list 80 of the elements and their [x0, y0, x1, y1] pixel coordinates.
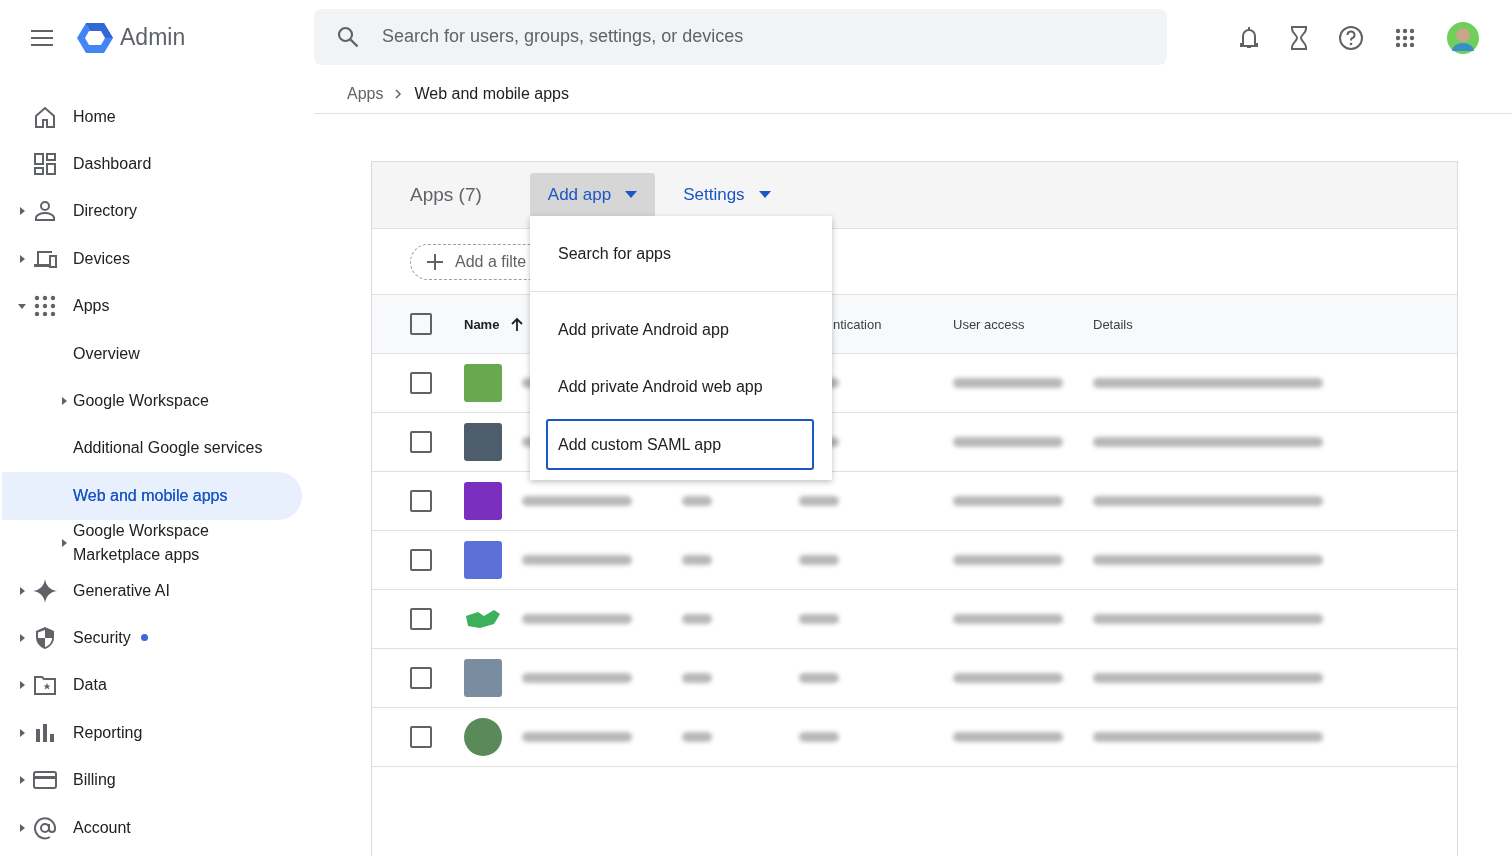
menu-icon[interactable] [31, 29, 53, 46]
row-checkbox[interactable] [410, 549, 432, 571]
expand-arrow-icon[interactable] [18, 728, 26, 737]
product-name: Admin [120, 24, 186, 51]
selected-sidebar-item[interactable]: Web and mobile apps [2, 472, 302, 520]
search-icon [337, 25, 359, 48]
sidebar-item[interactable]: Data [73, 676, 107, 695]
sparkle-icon [33, 578, 57, 603]
folder-icon [33, 673, 57, 698]
redacted-text [799, 614, 839, 624]
expand-arrow-icon[interactable] [18, 634, 26, 642]
expand-arrow-icon[interactable] [60, 539, 68, 548]
row-checkbox[interactable] [410, 726, 432, 748]
row-checkbox[interactable] [410, 431, 432, 453]
expand-arrow-icon[interactable] [18, 681, 26, 690]
sidebar-item[interactable]: Account [73, 818, 131, 837]
sidebar-item[interactable]: Devices [73, 249, 130, 268]
row-checkbox[interactable] [410, 490, 432, 512]
column-header[interactable]: Details [1093, 316, 1133, 332]
help-icon[interactable] [1339, 25, 1363, 50]
menu-item[interactable]: Add custom SAML app [546, 419, 814, 470]
redacted-text [799, 732, 839, 742]
column-header[interactable]: ntication [833, 316, 882, 332]
sidebar-item[interactable]: Security [73, 629, 131, 647]
avatar[interactable] [1447, 21, 1479, 54]
expand-arrow-icon[interactable] [18, 776, 26, 785]
expand-arrow-icon[interactable] [18, 823, 26, 832]
sidebar-item[interactable]: Overview [2, 329, 302, 378]
redacted-text [799, 555, 839, 565]
menu-item[interactable]: Add private Android web app [530, 358, 832, 415]
redacted-text [682, 673, 712, 683]
sidebar-item[interactable]: Generative AI [73, 581, 170, 600]
redacted-text [682, 555, 712, 565]
redacted-text [682, 614, 712, 624]
person-icon [33, 199, 57, 224]
select-all-checkbox[interactable] [410, 313, 432, 335]
chevron-right-icon [395, 89, 403, 99]
shield-icon [33, 626, 57, 650]
card-title: Apps (7) [410, 184, 482, 206]
expand-arrow-icon[interactable] [60, 397, 68, 406]
row-checkbox[interactable] [410, 608, 432, 630]
logo-icon [77, 21, 113, 54]
sidebar-item[interactable]: Apps [73, 297, 110, 316]
dropdown-button[interactable]: Settings [665, 173, 789, 216]
menu-item[interactable]: Search for apps [530, 216, 832, 291]
row-checkbox[interactable] [410, 372, 432, 394]
sidebar-item[interactable]: Dashboard [73, 155, 152, 174]
sidebar-item[interactable]: Google Workspace [2, 377, 302, 425]
sidebar-item[interactable]: Billing [73, 771, 116, 790]
redacted-text [799, 496, 839, 506]
column-header[interactable]: Name [464, 316, 500, 332]
row-checkbox[interactable] [410, 667, 432, 689]
sidebar-item[interactable]: Home [73, 107, 116, 126]
bell-icon[interactable] [1239, 25, 1259, 50]
expand-arrow-icon[interactable] [18, 254, 26, 263]
home-icon [33, 104, 57, 129]
sidebar-item[interactable]: Additional Google services [2, 424, 302, 473]
dashboard-icon [33, 152, 57, 177]
dropdown-button[interactable]: Add app [529, 173, 656, 216]
expand-arrow-icon[interactable] [18, 586, 26, 595]
collapse-arrow-icon[interactable] [18, 302, 26, 311]
hourglass-icon[interactable] [1291, 25, 1307, 50]
at-sign-icon [33, 815, 57, 840]
caret-icon [625, 191, 638, 198]
search-field[interactable]: Search for users, groups, settings, or devices [314, 8, 1167, 65]
apps-grid-icon[interactable] [1395, 27, 1415, 48]
sort-arrow-icon[interactable] [511, 317, 524, 331]
breadcrumb-link[interactable]: Apps [347, 85, 384, 103]
menu-item[interactable]: Add private Android app [530, 301, 832, 358]
apps-grid-icon [33, 294, 57, 319]
sidebar-item[interactable]: Reporting [73, 723, 143, 742]
sidebar-item[interactable]: Directory [73, 202, 137, 221]
redacted-text [682, 496, 712, 506]
caret-icon [758, 191, 771, 198]
column-header[interactable]: User access [953, 316, 1025, 332]
plus-icon [427, 253, 443, 270]
sidebar-item[interactable]: Google Workspace Marketplace apps [2, 519, 302, 567]
expand-arrow-icon[interactable] [18, 207, 26, 216]
redacted-text [682, 732, 712, 742]
redacted-text [799, 673, 839, 683]
